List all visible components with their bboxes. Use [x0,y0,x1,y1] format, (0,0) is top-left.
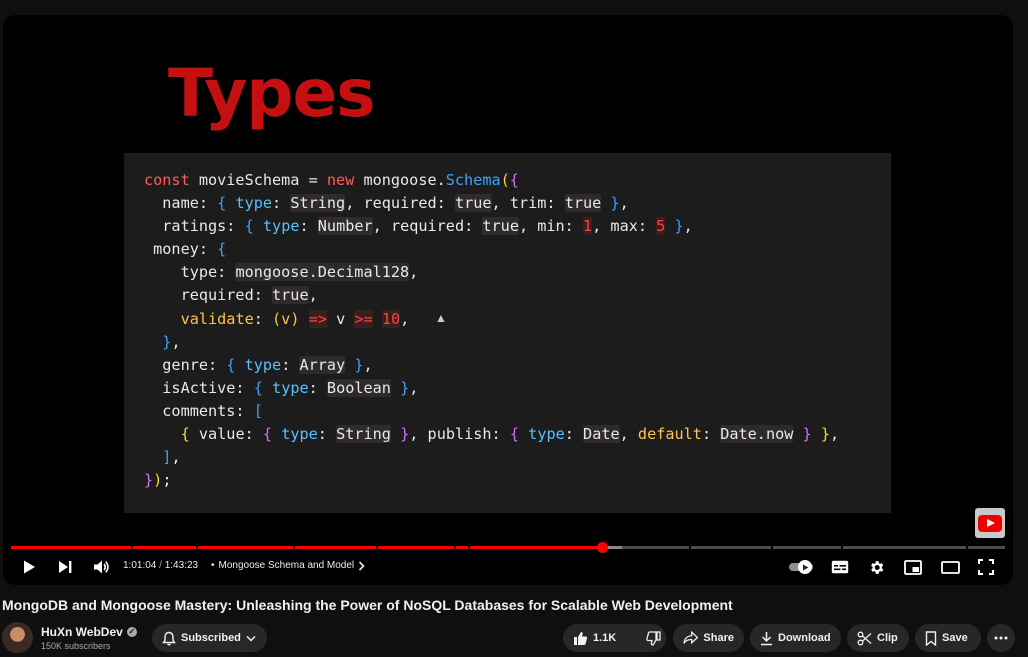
save-button[interactable]: Save [915,624,981,652]
share-icon [683,631,699,645]
chapter-marker [293,546,295,549]
download-icon [761,631,772,645]
chapter-marker [131,546,133,549]
code-line: ratings: { type: Number, required: true,… [144,217,693,236]
volume-icon [93,560,109,574]
thumbs-up-icon [574,631,588,645]
fullscreen-button[interactable] [975,555,997,579]
chapter-marker [966,546,968,549]
next-icon [59,561,72,573]
code-line: genre: { type: Array }, [144,355,373,374]
share-button[interactable]: Share [673,624,744,652]
theater-icon [940,560,960,574]
slide-title: Types [168,55,376,132]
more-actions-button[interactable] [987,624,1015,652]
code-line: validate: (v) => v >= 10, [180,309,410,328]
chapter-marker [689,546,691,549]
dislike-button[interactable] [636,624,671,652]
code-line: const movieSchema = new mongoose.Schema(… [144,171,519,189]
code-line: { value: { type: String }, publish: { ty… [180,425,840,444]
video-title: MongoDB and Mongoose Mastery: Unleashing… [2,597,733,613]
chapter-button[interactable]: • Mongoose Schema and Model [211,560,365,571]
code-panel: const movieSchema = new mongoose.Schema(… [124,153,891,513]
progress-bar[interactable] [11,542,1005,553]
miniplayer-button[interactable] [902,555,924,579]
time-separator: / [159,560,162,571]
code-line: required: true, [144,286,318,305]
chapter-label: Mongoose Schema and Model [218,560,355,571]
code-line: }, [162,332,181,351]
chapter-marker [771,546,773,549]
chapter-dot: • [211,560,215,571]
code-line: isActive: { type: Boolean }, [144,378,419,397]
code-line: ], [162,448,181,467]
like-button[interactable]: 1.1K [563,624,626,652]
settings-icon [870,560,883,574]
play-button[interactable] [17,555,41,579]
download-label: Download [778,632,831,644]
volume-button[interactable] [89,555,113,579]
more-horizontal-icon [994,636,1008,640]
mouse-cursor-icon: ▲ [435,311,447,325]
like-count: 1.1K [593,632,617,644]
code-line: type: mongoose.Decimal128, [144,263,419,282]
captions-button[interactable] [829,555,851,579]
code-line: name: { type: String, required: true, tr… [144,194,629,213]
code-line: money: { [144,240,227,259]
chevron-down-icon [246,635,256,642]
subscriber-count: 150K subscribers [41,641,111,651]
chapter-marker [468,546,470,549]
current-time: 1:01:04 [123,560,157,571]
youtube-watermark-icon[interactable] [975,508,1005,538]
chapter-marker [454,546,456,549]
bookmark-icon [925,630,937,646]
chapter-marker [376,546,378,549]
autoplay-toggle[interactable] [789,560,815,574]
subscribed-button[interactable]: Subscribed [152,624,267,652]
thumbs-down-icon [646,630,661,646]
channel-name: HuXn WebDev [41,625,123,639]
chevron-right-icon [359,560,365,571]
settings-button[interactable] [865,555,887,579]
fullscreen-icon [978,559,994,575]
channel-avatar[interactable] [2,622,33,653]
save-label: Save [942,632,968,644]
clip-label: Clip [877,632,898,644]
subscribed-label: Subscribed [181,632,241,644]
captions-icon [831,560,849,574]
chapter-marker [841,546,843,549]
download-button[interactable]: Download [750,624,841,652]
bell-icon [162,631,176,645]
channel-name-link[interactable]: HuXn WebDev ✓ [41,625,137,639]
code-line: comments: [ [144,401,263,420]
progress-scrubber[interactable] [597,542,609,553]
miniplayer-icon [904,559,922,575]
scissors-icon [857,631,872,645]
progress-played [11,546,603,549]
duration: 1:43:23 [164,560,199,571]
time-display: 1:01:04 / 1:43:23 [123,560,198,571]
play-icon [24,560,35,574]
verified-icon: ✓ [126,627,137,637]
video-player[interactable]: Types const movieSchema = new mongoose.S… [3,15,1013,585]
code-block: const movieSchema = new mongoose.Schema(… [144,169,839,492]
theater-mode-button[interactable] [938,555,962,579]
clip-button[interactable]: Clip [847,624,909,652]
next-button[interactable] [53,555,77,579]
like-dislike-group: 1.1K [563,624,666,652]
share-label: Share [703,632,734,644]
chapter-marker [196,546,198,549]
code-line: }); [144,471,172,490]
autoplay-play-icon [802,564,808,570]
